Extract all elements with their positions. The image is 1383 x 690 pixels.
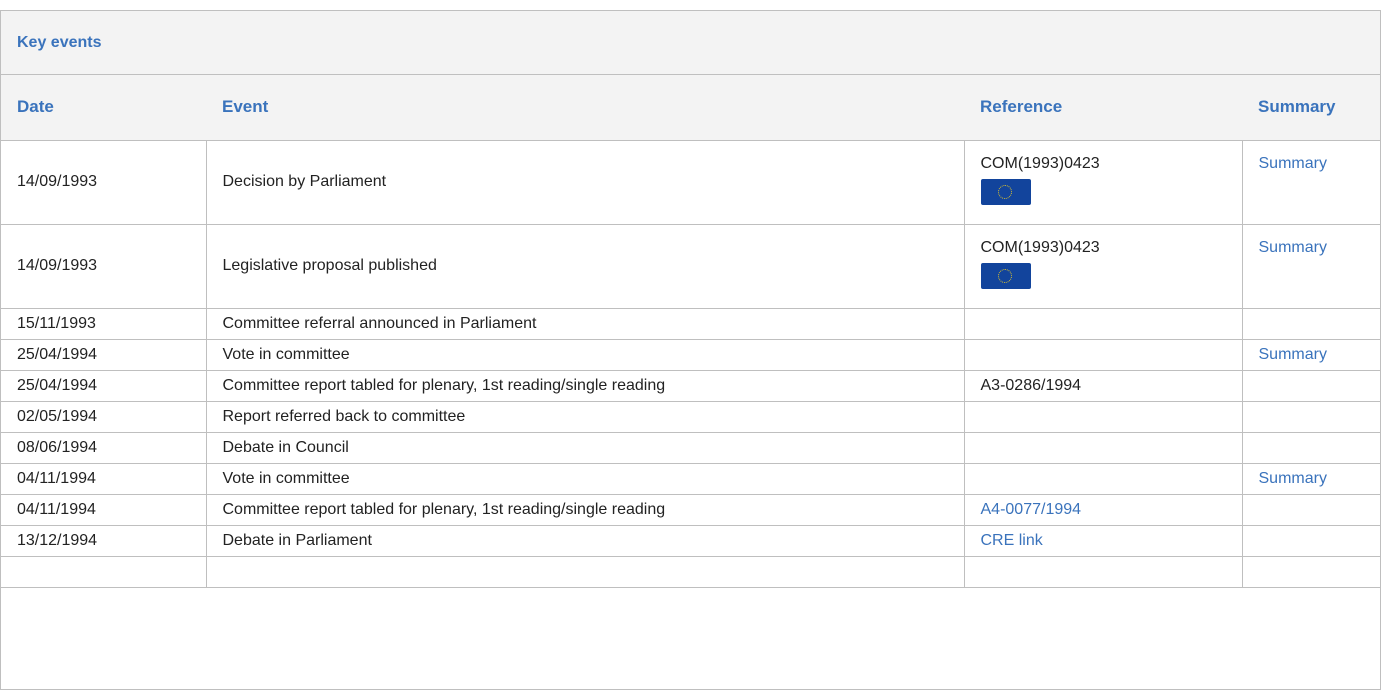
- reference-link[interactable]: CRE link: [981, 532, 1043, 549]
- table-row: 14/09/1993 Decision by Parliament COM(1993…: [1, 140, 1380, 225]
- cell-event: Debate in Parliament: [205, 525, 965, 557]
- cell-date: 15/11/1993: [1, 308, 207, 340]
- table-row: 25/04/1994 Vote in committee Summary: [1, 339, 1380, 371]
- cell-date: 04/11/1994: [1, 463, 207, 495]
- eu-flag-icon[interactable]: [980, 262, 1031, 289]
- cell-summary: Summary: [1241, 140, 1380, 225]
- cell-date: 13/12/1994: [1, 525, 207, 557]
- cell-date: [1, 556, 207, 588]
- cell-date: 04/11/1994: [1, 494, 207, 526]
- summary-link[interactable]: Summary: [1259, 346, 1327, 363]
- cell-date: 25/04/1994: [1, 370, 207, 402]
- table-row: 15/11/1993 Committee referral announced i…: [1, 308, 1380, 340]
- column-header-reference[interactable]: Reference: [964, 75, 1242, 141]
- cell-summary: Summary: [1241, 463, 1380, 495]
- cell-reference: [963, 339, 1243, 371]
- cell-summary: Summary: [1241, 224, 1380, 309]
- table-row: 04/11/1994 Committee report tabled for pl…: [1, 494, 1380, 526]
- cell-reference: A4-0077/1994: [963, 494, 1243, 526]
- cell-reference: [963, 432, 1243, 464]
- key-events-panel: Key events Date Event Reference Summary …: [0, 10, 1381, 690]
- cell-event: Decision by Parliament: [205, 140, 965, 225]
- cell-event: Committee report tabled for plenary, 1st…: [205, 370, 965, 402]
- cell-reference: [963, 401, 1243, 433]
- summary-link[interactable]: Summary: [1259, 470, 1327, 487]
- table-row: 13/12/1994 Debate in Parliament CRE link: [1, 525, 1380, 557]
- cell-event: Vote in committee: [205, 339, 965, 371]
- cell-reference: CRE link: [963, 525, 1243, 557]
- summary-link[interactable]: Summary: [1259, 239, 1327, 256]
- cell-reference: [963, 556, 1243, 588]
- table-row: 25/04/1994 Committee report tabled for pl…: [1, 370, 1380, 402]
- cell-reference: COM(1993)0423: [963, 140, 1243, 225]
- eu-flag-icon[interactable]: [980, 178, 1031, 205]
- cell-summary: Summary: [1241, 339, 1380, 371]
- cell-summary: [1241, 401, 1380, 433]
- cell-summary: [1241, 556, 1380, 588]
- cell-summary: [1241, 432, 1380, 464]
- summary-link[interactable]: Summary: [1259, 155, 1327, 172]
- cell-date: 02/05/1994: [1, 401, 207, 433]
- cell-event: Debate in Council: [205, 432, 965, 464]
- reference-link[interactable]: A4-0077/1994: [981, 501, 1082, 518]
- cell-event: [205, 556, 965, 588]
- cell-summary: [1241, 525, 1380, 557]
- cell-event: Report referred back to committee: [205, 401, 965, 433]
- table-row: [1, 556, 1380, 588]
- column-header-summary[interactable]: Summary: [1242, 75, 1380, 141]
- table-row: 04/11/1994 Vote in committee Summary: [1, 463, 1380, 495]
- cell-summary: [1241, 494, 1380, 526]
- panel-title: Key events: [17, 33, 102, 51]
- reference-text: COM(1993)0423: [980, 238, 1100, 256]
- column-header-date[interactable]: Date: [1, 75, 206, 141]
- table-row: 08/06/1994 Debate in Council: [1, 432, 1380, 464]
- cell-date: 14/09/1993: [1, 140, 207, 225]
- cell-event: Committee report tabled for plenary, 1st…: [205, 494, 965, 526]
- table-row: 14/09/1993 Legislative proposal published…: [1, 224, 1380, 309]
- column-header-event[interactable]: Event: [206, 75, 964, 141]
- key-events-table: Date Event Reference Summary 14/09/1993 D…: [1, 75, 1380, 588]
- cell-event: Legislative proposal published: [205, 224, 965, 309]
- table-header-row: Date Event Reference Summary: [1, 75, 1380, 141]
- reference-text: COM(1993)0423: [980, 154, 1100, 172]
- cell-date: 25/04/1994: [1, 339, 207, 371]
- cell-event: Committee referral announced in Parliame…: [205, 308, 965, 340]
- cell-summary: [1241, 370, 1380, 402]
- table-body: 14/09/1993 Decision by Parliament COM(1993…: [1, 140, 1380, 588]
- cell-reference: A3-0286/1994: [963, 370, 1243, 402]
- cell-summary: [1241, 308, 1380, 340]
- cell-reference: [963, 308, 1243, 340]
- cell-date: 14/09/1993: [1, 224, 207, 309]
- panel-header: Key events: [1, 11, 1380, 75]
- cell-event: Vote in committee: [205, 463, 965, 495]
- cell-reference: [963, 463, 1243, 495]
- cell-date: 08/06/1994: [1, 432, 207, 464]
- table-row: 02/05/1994 Report referred back to commit…: [1, 401, 1380, 433]
- cell-reference: COM(1993)0423: [963, 224, 1243, 309]
- reference-text: A3-0286/1994: [980, 376, 1082, 394]
